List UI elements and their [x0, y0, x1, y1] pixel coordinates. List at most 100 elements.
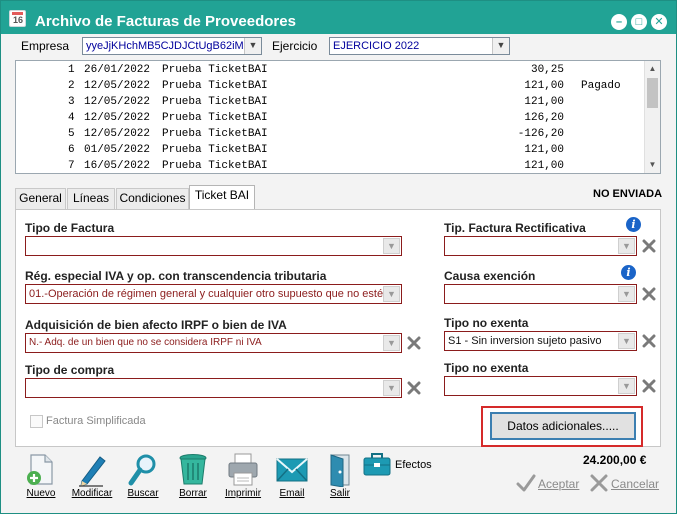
header-row: Empresa yyeJjKHchMB5CJDJCtUgB62iM8r ▼ Ej…	[1, 36, 676, 58]
chevron-down-icon[interactable]: ▼	[383, 286, 400, 302]
aceptar-label: Aceptar	[538, 477, 580, 491]
chevron-down-icon[interactable]: ▼	[618, 333, 635, 349]
info-icon[interactable]: i	[626, 217, 641, 232]
chevron-down-icon[interactable]: ▼	[244, 38, 261, 54]
chevron-down-icon[interactable]: ▼	[383, 380, 400, 396]
empresa-label: Empresa	[21, 39, 70, 53]
email-icon	[276, 458, 308, 482]
title-bar[interactable]: 16 Archivo de Facturas de Proveedores – …	[1, 1, 676, 34]
tab-condiciones[interactable]: Condiciones	[116, 188, 189, 209]
causa-exencion-select[interactable]: ▼	[444, 284, 637, 304]
minimize-icon[interactable]: –	[611, 14, 627, 30]
scroll-thumb[interactable]	[647, 78, 658, 108]
table-row[interactable]: 6 01/05/2022 Prueba TicketBAI 121,00	[16, 142, 646, 158]
vertical-scrollbar[interactable]: ▲ ▼	[644, 61, 660, 173]
table-row[interactable]: 7 16/05/2022 Prueba TicketBAI 121,00	[16, 158, 646, 174]
checkmark-icon	[516, 474, 536, 492]
adquisicion-select[interactable]: N.- Adq. de un bien que no se considera …	[25, 333, 402, 353]
printer-icon	[228, 453, 258, 486]
regimen-select[interactable]: 01.-Operación de régimen general y cualq…	[25, 284, 402, 304]
tipo-no-exenta-label: Tipo no exenta	[444, 316, 529, 330]
ejercicio-label: Ejercicio	[272, 39, 318, 53]
close-icon[interactable]: ✕	[651, 14, 667, 30]
tab-ticket-bai[interactable]: Ticket BAI	[189, 185, 255, 210]
adquisicion-label: Adquisición de bien afecto IRPF o bien d…	[25, 318, 287, 332]
aceptar-button[interactable]: Aceptar	[516, 473, 582, 495]
nuevo-button[interactable]: Nuevo	[18, 453, 64, 503]
email-button[interactable]: Email	[269, 453, 315, 503]
factura-simplificada-checkbox[interactable]	[30, 415, 43, 428]
invoice-list[interactable]: 1 26/01/2022 Prueba TicketBAI 30,25 2 12…	[15, 60, 661, 174]
ejercicio-value: EJERCICIO 2022	[333, 40, 420, 52]
calendar-icon: 16	[9, 10, 26, 27]
exit-door-icon	[330, 454, 350, 487]
ticket-bai-panel: Tipo de Factura ▼ Tip. Factura Rectifica…	[15, 209, 661, 447]
briefcase-icon	[363, 453, 391, 476]
chevron-down-icon[interactable]: ▼	[383, 335, 400, 351]
factura-simplificada-label: Factura Simplificada	[46, 415, 146, 427]
buscar-button[interactable]: Buscar	[120, 453, 166, 503]
trash-icon	[179, 454, 207, 485]
cancelar-label: Cancelar	[611, 477, 660, 491]
chevron-down-icon[interactable]: ▼	[618, 238, 635, 254]
total-amount: 24.200,00 €	[583, 453, 647, 467]
tipo-factura-select[interactable]: ▼	[25, 236, 402, 256]
tip-rectificativa-label: Tip. Factura Rectificativa	[444, 221, 586, 235]
clear-icon[interactable]	[642, 239, 656, 253]
restore-icon[interactable]: □	[631, 14, 647, 30]
imprimir-label: Imprimir	[224, 488, 262, 499]
info-icon[interactable]: i	[621, 265, 636, 280]
cancelar-button[interactable]: Cancelar	[589, 473, 669, 495]
chevron-down-icon[interactable]: ▼	[492, 38, 509, 54]
regimen-label: Rég. especial IVA y op. con transcendenc…	[25, 269, 327, 283]
tipo-compra-label: Tipo de compra	[25, 363, 115, 377]
cancel-x-icon	[590, 474, 608, 492]
imprimir-button[interactable]: Imprimir	[220, 453, 266, 503]
tipo-no-exenta2-select[interactable]: ▼	[444, 376, 637, 396]
pencil-icon	[79, 456, 106, 487]
table-row[interactable]: 3 12/05/2022 Prueba TicketBAI 121,00	[16, 94, 646, 110]
chevron-down-icon[interactable]: ▼	[618, 378, 635, 394]
modificar-label: Modificar	[71, 488, 113, 499]
tipo-no-exenta-select[interactable]: S1 - Sin inversion sujeto pasivo ▼	[444, 331, 637, 351]
clear-icon[interactable]	[642, 287, 656, 301]
scroll-up-icon[interactable]: ▲	[645, 61, 660, 77]
efectos-button[interactable]	[359, 453, 395, 503]
clear-icon[interactable]	[642, 334, 656, 348]
causa-exencion-label: Causa exención	[444, 269, 536, 283]
datos-adicionales-button[interactable]: Datos adicionales.....	[490, 412, 636, 440]
status-badge: NO ENVIADA	[593, 188, 663, 200]
borrar-button[interactable]: Borrar	[170, 453, 216, 503]
clear-icon[interactable]	[407, 381, 421, 395]
search-icon	[128, 454, 156, 486]
chevron-down-icon[interactable]: ▼	[383, 238, 400, 254]
salir-button[interactable]: Salir	[317, 453, 363, 503]
buscar-label: Buscar	[127, 488, 159, 499]
tab-general[interactable]: General	[15, 188, 66, 209]
table-row[interactable]: 2 12/05/2022 Prueba TicketBAI 121,00 Pag…	[16, 78, 646, 94]
scroll-down-icon[interactable]: ▼	[645, 157, 660, 173]
clear-icon[interactable]	[642, 379, 656, 393]
ejercicio-select[interactable]: EJERCICIO 2022 ▼	[329, 37, 510, 55]
nuevo-label: Nuevo	[26, 488, 56, 499]
invoice-window: 16 Archivo de Facturas de Proveedores – …	[0, 0, 677, 514]
datos-adicionales-highlight: Datos adicionales.....	[481, 406, 643, 447]
clear-icon[interactable]	[407, 336, 421, 350]
empresa-select[interactable]: yyeJjKHchMB5CJDJCtUgB62iM8r ▼	[82, 37, 262, 55]
chevron-down-icon[interactable]: ▼	[618, 286, 635, 302]
modificar-button[interactable]: Modificar	[69, 453, 115, 503]
tipo-compra-select[interactable]: ▼	[25, 378, 402, 398]
window-title: Archivo de Facturas de Proveedores	[35, 13, 296, 30]
new-document-icon	[27, 454, 53, 485]
tip-rectificativa-select[interactable]: ▼	[444, 236, 637, 256]
borrar-label: Borrar	[179, 488, 207, 499]
empresa-value: yyeJjKHchMB5CJDJCtUgB62iM8r	[86, 40, 254, 52]
table-row[interactable]: 5 12/05/2022 Prueba TicketBAI -126,20	[16, 126, 646, 142]
table-row[interactable]: 1 26/01/2022 Prueba TicketBAI 30,25	[16, 62, 646, 78]
tab-lineas[interactable]: Líneas	[67, 188, 115, 209]
efectos-label: Efectos	[395, 459, 432, 471]
email-label: Email	[279, 488, 305, 499]
salir-label: Salir	[329, 488, 350, 499]
tipo-no-exenta2-label: Tipo no exenta	[444, 361, 529, 375]
table-row[interactable]: 4 12/05/2022 Prueba TicketBAI 126,20	[16, 110, 646, 126]
